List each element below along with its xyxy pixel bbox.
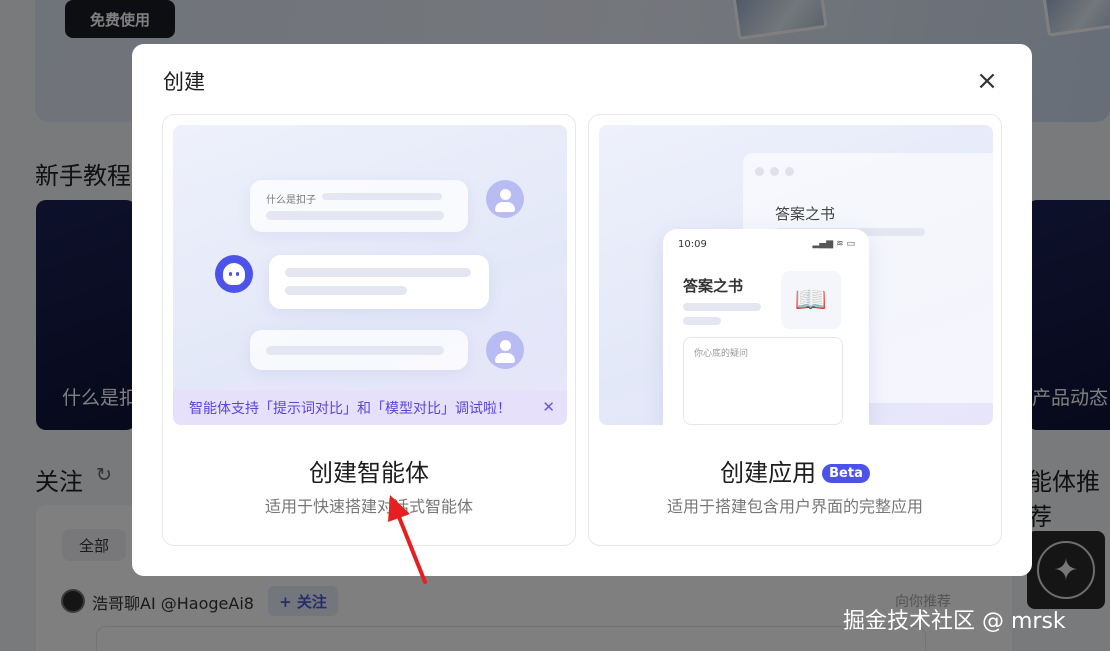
beta-badge: Beta — [822, 464, 870, 483]
phone-app-title: 答案之书 — [683, 277, 744, 295]
user-avatar-icon — [486, 180, 524, 218]
option-description: 适用于快速搭建对话式智能体 — [264, 497, 473, 516]
phone-mock: 10:09 ▂▄▆ ≋ ▭ 答案之书 📖 你心底的疑问 — [663, 229, 869, 425]
agent-preview: 什么是扣子 智能体支持「提示词对比」和「模型对比」调试啦！ ✕ — [173, 125, 567, 425]
annotation-arrow — [388, 495, 427, 584]
app-preview: 答案之书 10:09 ▂▄▆ ≋ ▭ 答案之书 📖 你心底的疑问 — [599, 125, 993, 425]
question-bubble — [250, 330, 468, 370]
create-agent-option[interactable]: 什么是扣子 智能体支持「提示词对比」和「模型对比」调试啦！ ✕ 创建智能体 适用… — [162, 114, 576, 546]
input-placeholder: 你心底的疑问 — [694, 349, 749, 359]
dialog-title: 创建 — [163, 70, 205, 94]
notice-banner: 智能体支持「提示词对比」和「模型对比」调试啦！ ✕ — [173, 390, 567, 425]
question-text: 什么是扣子 — [266, 195, 316, 206]
create-app-option[interactable]: 答案之书 10:09 ▂▄▆ ≋ ▭ 答案之书 📖 你心底的疑问 创建应用 Bet… — [588, 114, 1002, 546]
option-description: 适用于搭建包含用户界面的完整应用 — [666, 497, 923, 516]
bot-avatar-icon — [215, 255, 253, 293]
signal-icon: ▂▄▆ ≋ ▭ — [812, 239, 855, 249]
watermark: 掘金技术社区 @ mrsk — [843, 609, 1066, 634]
create-dialog: 创建 × 什么是扣子 智能体支持「提示词对比」和「模型对比」调试啦！ ✕ 创建智… — [132, 44, 1032, 576]
phone-time: 10:09 — [678, 239, 707, 250]
close-icon[interactable]: × — [970, 64, 1004, 98]
question-input-mock: 你心底的疑问 — [683, 337, 843, 425]
notice-text: 智能体支持「提示词对比」和「模型对比」调试啦！ — [189, 400, 511, 417]
question-bubble: 什么是扣子 — [250, 180, 468, 232]
user-avatar-icon — [486, 331, 524, 369]
option-title: 创建智能体 — [309, 459, 429, 487]
window-title: 答案之书 — [775, 205, 836, 223]
close-icon[interactable]: ✕ — [542, 398, 555, 416]
answer-bubble — [269, 255, 489, 309]
book-icon: 📖 — [781, 271, 841, 329]
option-title: 创建应用 Beta — [589, 453, 1001, 488]
